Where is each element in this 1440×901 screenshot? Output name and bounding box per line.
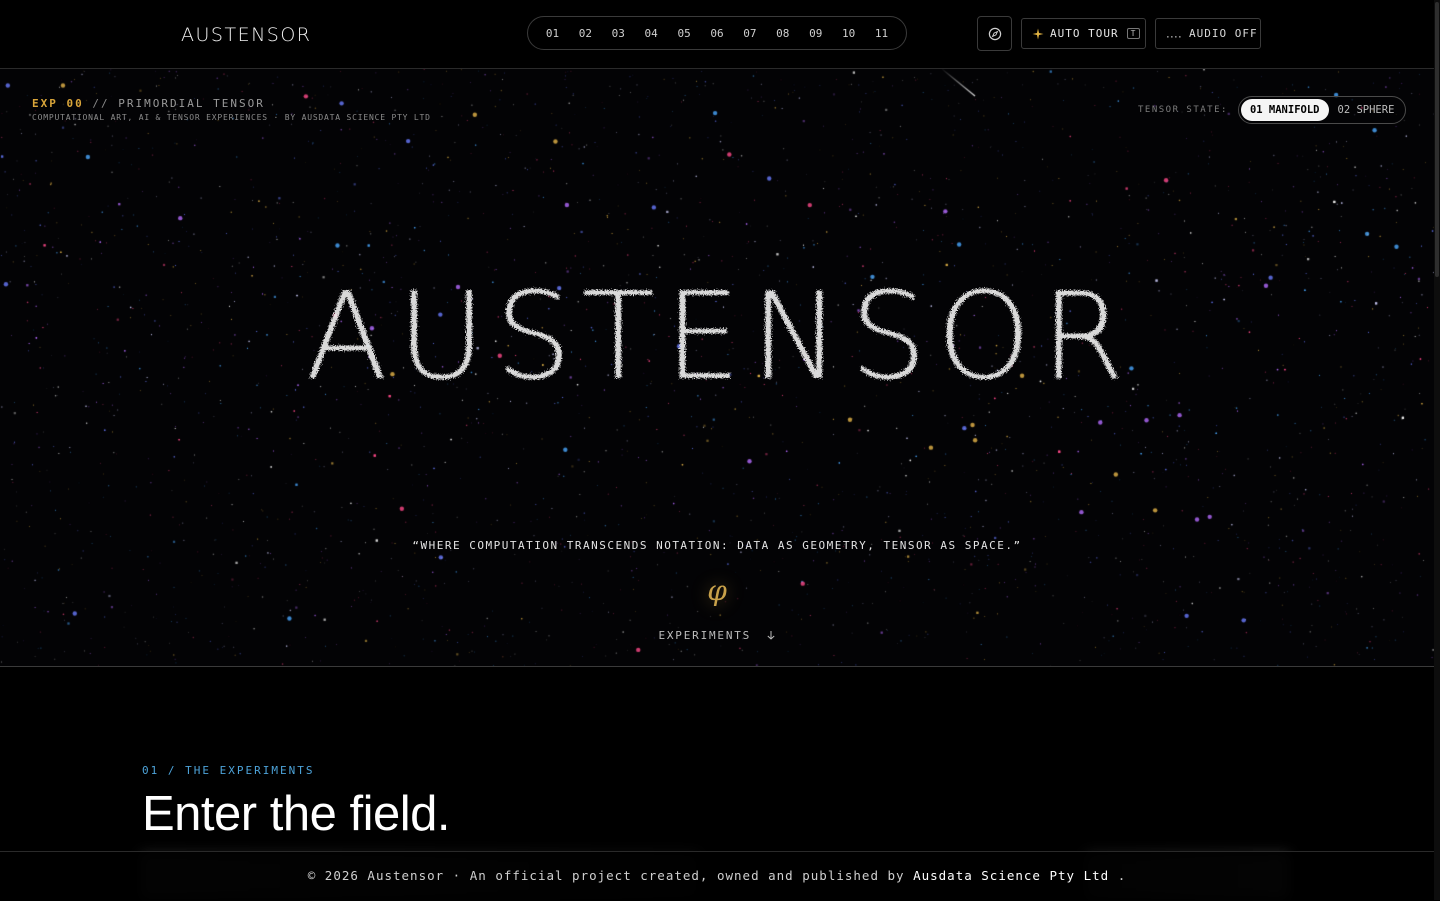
explore-button[interactable] [977, 16, 1012, 51]
experiment-nav-item[interactable]: 04 [641, 25, 662, 42]
arrow-down-icon [767, 631, 775, 640]
hero-quote: “WHERE COMPUTATION TRANSCENDS NOTATION: … [412, 539, 1022, 552]
page-scrollbar[interactable] [1434, 0, 1440, 900]
footer-period: . [1117, 868, 1127, 883]
tensor-state-sphere[interactable]: 02 SPHERE [1329, 99, 1404, 121]
experiment-nav: 01 02 03 04 05 06 07 08 09 10 11 [527, 16, 907, 50]
experiment-nav-item[interactable]: 06 [706, 25, 727, 42]
tensor-state-label: TENSOR STATE: [1138, 105, 1228, 115]
experiment-nav-item[interactable]: 03 [608, 25, 629, 42]
tensor-state-manifold[interactable]: 01 MANIFOLD [1240, 99, 1329, 121]
particle-wordmark: AUSTENSOR [306, 268, 1135, 405]
auto-tour-label: AUTO TOUR [1050, 27, 1119, 40]
experiment-name: PRIMORDIAL TENSOR [118, 97, 265, 110]
experiment-nav-item[interactable]: 08 [772, 25, 793, 42]
top-navigation-bar: AUSTENSOR 01 02 03 04 05 06 07 08 09 10 … [0, 0, 1440, 69]
experiment-nav-item[interactable]: 10 [838, 25, 859, 42]
footer-copyright: © 2026 Austensor · An official project c… [307, 868, 905, 883]
site-footer: © 2026 Austensor · An official project c… [0, 851, 1434, 901]
keyboard-shortcut-badge: T [1126, 28, 1141, 39]
experiment-nav-item[interactable]: 01 [542, 25, 563, 42]
experiment-subtitle: COMPUTATIONAL ART, AI & TENSOR EXPERIENC… [32, 113, 431, 122]
experiment-nav-item[interactable]: 09 [805, 25, 826, 42]
experiment-nav-item[interactable]: 02 [575, 25, 596, 42]
experiment-label: EXP 00 // PRIMORDIAL TENSOR [32, 97, 265, 110]
particle-wordmark-text: AUSTENSOR [306, 268, 1135, 405]
experiments-scroll-link[interactable]: EXPERIMENTS [0, 629, 1434, 642]
scrollbar-thumb[interactable] [1435, 2, 1439, 277]
section-title: Enter the field. [142, 787, 450, 841]
audio-toggle-button[interactable]: AUDIO OFF [1155, 18, 1261, 49]
audio-toggle-label: AUDIO OFF [1189, 27, 1258, 40]
hero-particle-field[interactable]: EXP 00 // PRIMORDIAL TENSOR COMPUTATIONA… [0, 69, 1434, 666]
experiments-scroll-label: EXPERIMENTS [658, 629, 752, 642]
sparkle-icon [1032, 28, 1044, 39]
auto-tour-button[interactable]: AUTO TOUR T [1021, 18, 1146, 49]
experiment-separator: // [92, 97, 110, 110]
hero-divider [0, 666, 1434, 667]
brand-logo[interactable]: AUSTENSOR [181, 24, 312, 46]
experiment-nav-item[interactable]: 11 [871, 25, 892, 42]
tensor-state-toggle: 01 MANIFOLD 02 SPHERE [1237, 96, 1407, 124]
compass-icon [988, 27, 1001, 40]
experiment-nav-item[interactable]: 07 [739, 25, 760, 42]
footer-org-link[interactable]: Ausdata Science Pty Ltd [913, 868, 1109, 883]
experiment-nav-item[interactable]: 05 [673, 25, 694, 42]
experiment-code: EXP 00 [32, 97, 84, 110]
audio-dots-icon [1167, 35, 1181, 38]
tensor-state-control: TENSOR STATE: 01 MANIFOLD 02 SPHERE [1138, 96, 1407, 124]
phi-symbol: φ [707, 574, 727, 607]
section-eyebrow: 01 / THE EXPERIMENTS [142, 764, 315, 777]
